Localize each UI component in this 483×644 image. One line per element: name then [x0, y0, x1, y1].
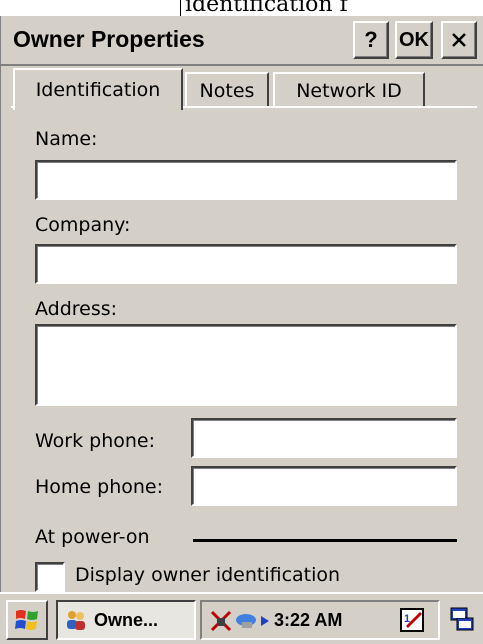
window-title: Owner Properties	[13, 26, 205, 52]
input-panel-icon[interactable]: 1	[398, 606, 428, 636]
power-on-divider	[193, 539, 457, 542]
tab-identification[interactable]: Identification	[13, 68, 183, 110]
network-disconnected-icon[interactable]	[208, 608, 234, 634]
background-text: identification f	[185, 0, 348, 16]
start-button[interactable]	[6, 600, 48, 640]
close-icon	[452, 33, 466, 47]
address-label: Address:	[35, 298, 118, 320]
tab-notes-label: Notes	[199, 80, 255, 102]
home-phone-field[interactable]	[191, 466, 457, 506]
clock[interactable]: 3:22 AM	[274, 610, 342, 631]
help-button[interactable]: ?	[353, 21, 389, 59]
arrow-right-icon	[261, 616, 269, 626]
taskbar: Owne... 3:22 AM 1	[0, 592, 483, 644]
company-field[interactable]	[35, 244, 457, 284]
task-owner-properties[interactable]: Owne...	[56, 600, 196, 640]
task-label: Owne...	[94, 609, 159, 630]
system-tray: 3:22 AM 1	[200, 600, 440, 640]
start-windows-icon	[15, 610, 38, 630]
ok-button[interactable]: OK	[395, 21, 433, 59]
home-phone-label: Home phone:	[35, 476, 164, 498]
owner-people-icon	[67, 611, 85, 630]
address-field[interactable]	[35, 324, 457, 406]
tab-network-id-label: Network ID	[296, 80, 402, 102]
tab-identification-label: Identification	[35, 79, 161, 101]
work-phone-label: Work phone:	[35, 430, 156, 452]
name-field[interactable]	[35, 160, 457, 200]
display-owner-label[interactable]: Display owner identification	[75, 564, 340, 586]
close-button[interactable]	[441, 21, 477, 59]
background-rule	[180, 0, 181, 16]
ok-label: OK	[399, 28, 429, 51]
background-document: identification f	[0, 0, 483, 16]
name-label: Name:	[35, 128, 98, 150]
owner-properties-dialog: Owner Properties ? OK Identification Not…	[0, 16, 483, 592]
work-phone-field[interactable]	[191, 418, 457, 458]
company-label: Company:	[35, 214, 131, 236]
desktop-button[interactable]	[446, 600, 478, 640]
identification-panel: Name: Company: Address: Work phone: Home…	[11, 106, 477, 592]
desktop-windows-icon	[450, 607, 474, 631]
svg-text:1: 1	[404, 613, 410, 625]
display-owner-checkbox[interactable]	[35, 562, 65, 592]
power-on-label: At power-on	[35, 526, 150, 548]
tab-notes[interactable]: Notes	[185, 72, 269, 108]
title-bar: Owner Properties ? OK	[1, 16, 483, 66]
tab-network-id[interactable]: Network ID	[273, 72, 425, 108]
connection-icon[interactable]	[234, 608, 258, 632]
help-label: ?	[364, 27, 378, 52]
